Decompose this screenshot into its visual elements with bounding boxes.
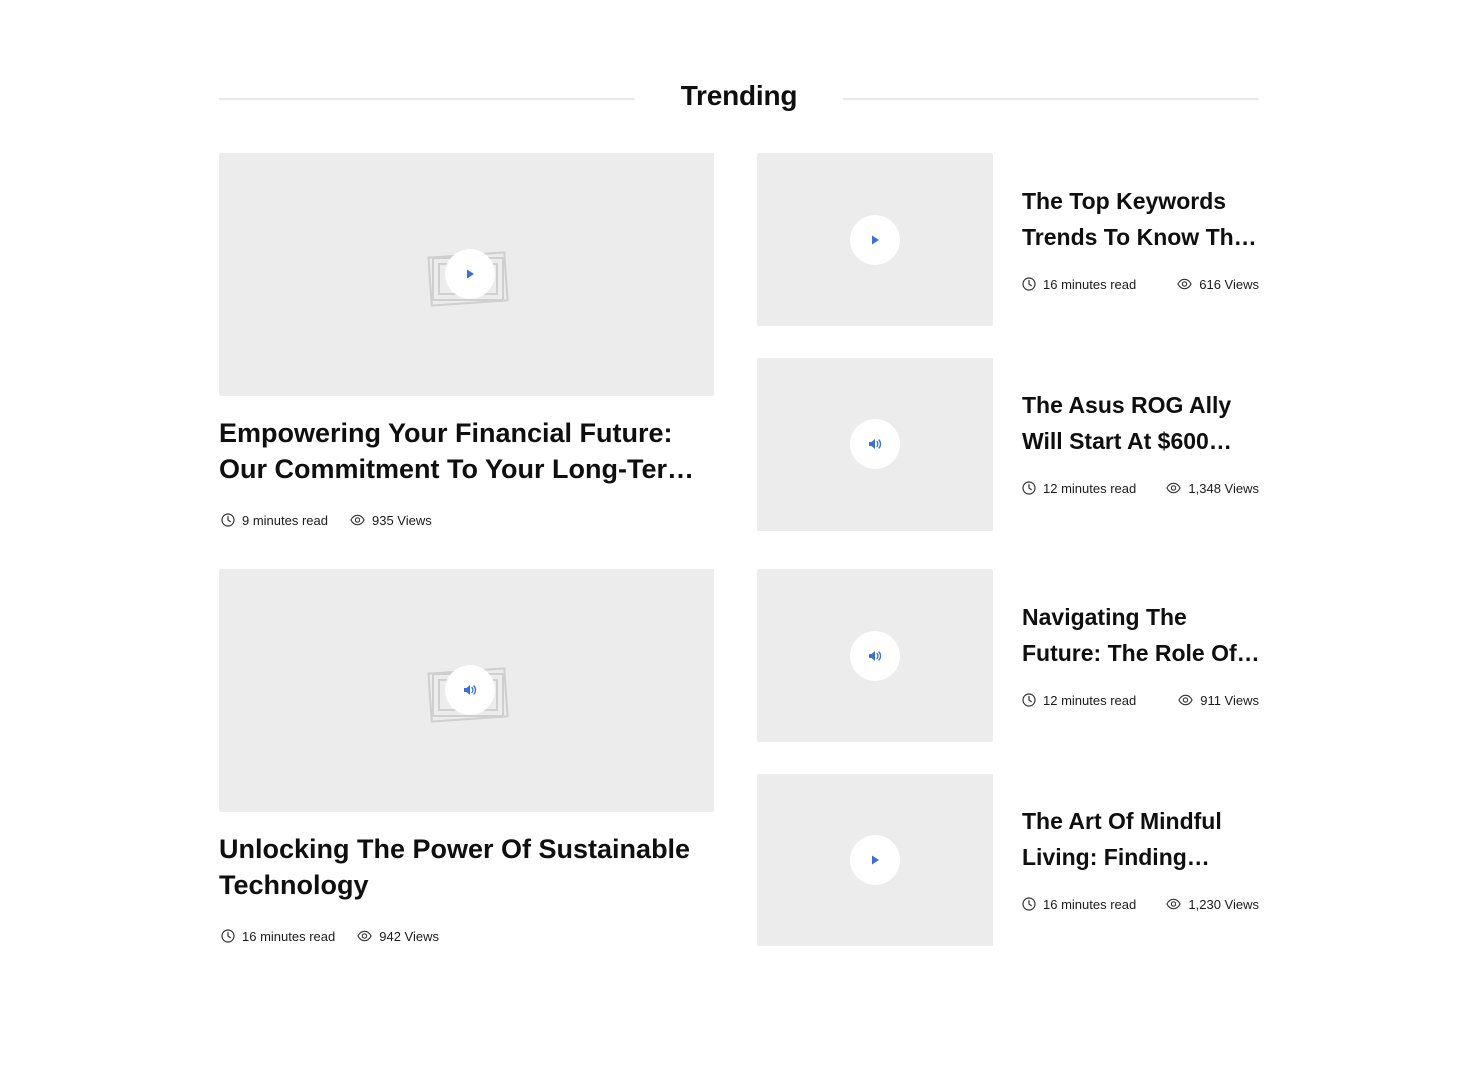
read-time: 16 minutes read xyxy=(221,929,335,944)
view-count: 911 Views xyxy=(1178,693,1259,708)
view-count: 616 Views xyxy=(1177,277,1259,292)
views-label: 942 Views xyxy=(379,928,439,944)
list-thumbnail[interactable] xyxy=(757,153,993,326)
eye-icon xyxy=(1166,482,1182,494)
featured-thumbnail[interactable] xyxy=(219,569,714,812)
list-thumbnail[interactable] xyxy=(757,774,993,946)
list-thumbnail[interactable] xyxy=(757,569,993,742)
views-label: 616 Views xyxy=(1199,276,1259,292)
header-divider-right xyxy=(843,98,1259,100)
clock-icon xyxy=(221,929,235,943)
read-time: 16 minutes read xyxy=(1022,897,1136,912)
views-label: 935 Views xyxy=(372,512,432,528)
read-time: 16 minutes read xyxy=(1022,277,1136,292)
read-time: 12 minutes read xyxy=(1022,481,1136,496)
eye-icon xyxy=(357,930,372,942)
read-time-label: 9 minutes read xyxy=(242,512,328,528)
clock-icon xyxy=(1022,481,1036,495)
views-label: 1,348 Views xyxy=(1188,480,1259,496)
play-button[interactable] xyxy=(850,215,900,265)
eye-icon xyxy=(350,514,365,526)
list-item-meta: 16 minutes read 616 Views xyxy=(1022,275,1259,293)
clock-icon xyxy=(1022,897,1036,911)
audio-button[interactable] xyxy=(850,419,900,469)
read-time-label: 16 minutes read xyxy=(1043,896,1137,912)
view-count: 935 Views xyxy=(350,513,432,528)
list-item-meta: 12 minutes read 1,348 Views xyxy=(1022,479,1259,497)
audio-icon xyxy=(464,685,477,695)
read-time: 9 minutes read xyxy=(221,513,328,528)
view-count: 1,348 Views xyxy=(1166,481,1259,496)
featured-meta: 16 minutes read 942 Views xyxy=(221,927,439,945)
play-button[interactable] xyxy=(850,835,900,885)
audio-icon xyxy=(869,651,882,661)
view-count: 1,230 Views xyxy=(1166,897,1259,912)
featured-thumbnail[interactable] xyxy=(219,153,714,396)
list-item-title[interactable]: The Top Keywords Trends To Know This Yea… xyxy=(1022,183,1262,255)
clock-icon xyxy=(1022,277,1036,291)
views-label: 911 Views xyxy=(1200,692,1259,708)
featured-title[interactable]: Empowering Your Financial Future: Our Co… xyxy=(219,415,714,487)
eye-icon xyxy=(1166,898,1182,910)
list-thumbnail[interactable] xyxy=(757,358,993,531)
play-icon xyxy=(872,855,879,865)
read-time-label: 12 minutes read xyxy=(1043,692,1137,708)
play-button[interactable] xyxy=(445,249,495,299)
audio-button[interactable] xyxy=(850,631,900,681)
section-header: Trending xyxy=(219,78,1259,120)
read-time-label: 16 minutes read xyxy=(1043,276,1137,292)
read-time: 12 minutes read xyxy=(1022,693,1136,708)
eye-icon xyxy=(1177,278,1192,290)
list-item-meta: 12 minutes read 911 Views xyxy=(1022,691,1259,709)
list-item-title[interactable]: Navigating The Future: The Role Of Techn… xyxy=(1022,599,1262,671)
eye-icon xyxy=(1178,694,1193,706)
featured-title[interactable]: Unlocking The Power Of Sustainable Techn… xyxy=(219,831,714,903)
clock-icon xyxy=(221,513,235,527)
clock-icon xyxy=(1022,693,1036,707)
read-time-label: 16 minutes read xyxy=(242,928,336,944)
play-icon xyxy=(872,235,879,245)
audio-button[interactable] xyxy=(445,665,495,715)
view-count: 942 Views xyxy=(357,929,439,944)
section-title: Trending xyxy=(680,80,798,111)
list-item-title[interactable]: The Asus ROG Ally Will Start At $600 Thi… xyxy=(1022,387,1262,459)
views-label: 1,230 Views xyxy=(1188,896,1259,912)
play-icon xyxy=(467,269,474,279)
read-time-label: 12 minutes read xyxy=(1043,480,1137,496)
featured-meta: 9 minutes read 935 Views xyxy=(221,511,432,529)
list-item-meta: 16 minutes read 1,230 Views xyxy=(1022,895,1259,913)
list-item-title[interactable]: The Art Of Mindful Living: Finding Balan… xyxy=(1022,803,1262,875)
audio-icon xyxy=(869,439,882,449)
